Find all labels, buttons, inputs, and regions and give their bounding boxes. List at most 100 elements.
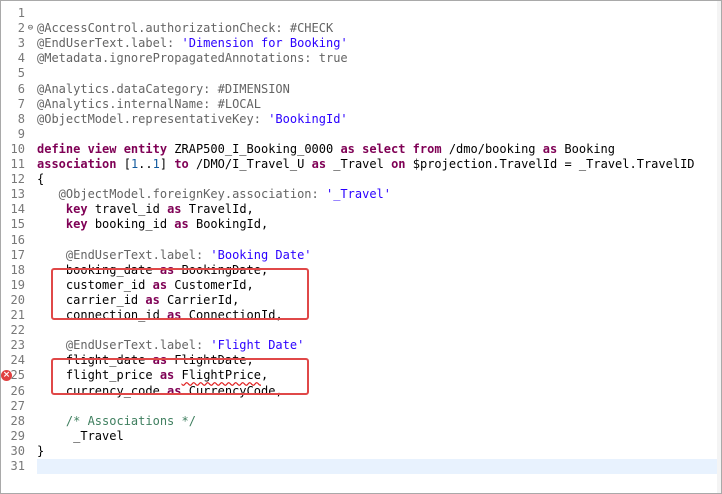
line-number: 8: [17, 111, 25, 126]
code-token: ..: [138, 157, 153, 171]
code-token: @EndUserText.label:: [37, 247, 211, 262]
code-token: /dmo/booking: [441, 141, 543, 156]
code-token: as: [174, 217, 189, 232]
code-line[interactable]: [37, 323, 721, 338]
code-token: [: [116, 157, 131, 171]
code-token: @Analytics.internalName: #LOCAL: [37, 96, 261, 111]
code-token: as: [311, 157, 327, 171]
code-token: @ObjectModel.representativeKey:: [37, 111, 269, 126]
code-token: 'BookingId': [268, 111, 348, 126]
code-token: to: [174, 157, 189, 171]
line-number: 6: [17, 81, 25, 96]
line-number: 9: [17, 126, 25, 141]
code-line[interactable]: @Metadata.ignorePropagatedAnnotations: t…: [37, 51, 721, 66]
line-number: 24: [10, 353, 25, 368]
code-area[interactable]: @AccessControl.authorizationCheck: #CHEC…: [37, 1, 721, 493]
line-number: 14: [10, 202, 25, 217]
code-line[interactable]: [37, 233, 721, 248]
code-token: /DMO/I_Travel_U: [188, 157, 312, 171]
code-line[interactable]: key travel_id as TravelId,: [37, 202, 721, 217]
highlight-box-customer-carrier-connection: [51, 268, 309, 320]
code-line[interactable]: association [1..1] to /DMO/I_Travel_U as…: [37, 157, 721, 172]
line-number: 23: [10, 338, 25, 353]
line-number: 20: [10, 292, 25, 307]
line-number: 18: [10, 262, 25, 277]
code-line[interactable]: }: [37, 444, 721, 459]
code-line[interactable]: @ObjectModel.foreignKey.association: '_T…: [37, 187, 721, 202]
line-number: 22: [10, 323, 25, 338]
code-token: 1: [152, 157, 160, 171]
line-number: 27: [10, 398, 25, 413]
code-token: $projection.TravelId = _Travel.TravelID: [405, 157, 695, 171]
line-number: 17: [10, 247, 25, 262]
line-number: 21: [10, 308, 25, 322]
code-token: @AccessControl.authorizationCheck: #CHEC…: [37, 21, 334, 36]
code-token: }: [37, 443, 45, 458]
line-number: 26: [10, 383, 25, 398]
code-token: /* Associations */: [37, 413, 196, 428]
code-token: travel_id: [87, 202, 168, 217]
code-line[interactable]: define view entity ZRAP500_I_Booking_000…: [37, 142, 721, 157]
code-line[interactable]: [37, 399, 721, 414]
code-line[interactable]: [37, 66, 721, 81]
code-token: @ObjectModel.foreignKey.association:: [37, 187, 326, 202]
line-number: 7: [17, 96, 25, 111]
code-token: 'Booking Date': [210, 247, 312, 262]
code-token: BookingId,: [188, 217, 269, 232]
code-line[interactable]: [37, 127, 721, 142]
line-number: 10: [10, 141, 25, 156]
code-token: _Travel: [326, 157, 392, 171]
code-token: key: [65, 217, 88, 232]
code-line[interactable]: @AccessControl.authorizationCheck: #CHEC…: [37, 21, 721, 36]
code-line[interactable]: @ObjectModel.representativeKey: 'Booking…: [37, 112, 721, 127]
code-line[interactable]: [37, 6, 721, 21]
code-line[interactable]: /* Associations */: [37, 414, 721, 429]
line-number: 31: [10, 459, 25, 473]
line-number-gutter: 1 2 ⊖ 3 4 5 6 7 8 9 10 11 12 13 14 15 16 17 18 19 20 21 22 23 24…: [1, 1, 33, 493]
code-token: Booking: [557, 141, 615, 156]
code-line[interactable]: @EndUserText.label: 'Dimension for Booki…: [37, 36, 721, 51]
code-token: ZRAP500_I_Booking_0000: [167, 141, 341, 156]
code-token: association: [37, 157, 117, 171]
line-number: 12: [10, 172, 25, 187]
code-line[interactable]: @EndUserText.label: 'Flight Date': [37, 338, 721, 353]
line-number: 19: [10, 277, 25, 292]
line-number: 15: [10, 217, 25, 232]
code-token: @Metadata.ignorePropagatedAnnotations: t…: [37, 51, 348, 66]
line-number: 29: [10, 428, 25, 443]
vertical-scrollbar[interactable]: [717, 1, 721, 493]
code-token: as: [167, 202, 182, 217]
line-number: 3: [17, 36, 25, 51]
code-line[interactable]: key booking_id as BookingId,: [37, 217, 721, 232]
code-line[interactable]: [37, 459, 721, 474]
code-line[interactable]: {: [37, 172, 721, 187]
code-token: key: [65, 202, 88, 217]
fold-collapse-icon[interactable]: ⊖: [26, 24, 35, 33]
code-token: @EndUserText.label:: [37, 338, 211, 353]
code-editor[interactable]: 1 2 ⊖ 3 4 5 6 7 8 9 10 11 12 13 14 15 16 17 18 19 20 21 22 23 24…: [0, 0, 722, 494]
code-token: {: [37, 172, 45, 187]
line-number: 4: [17, 51, 25, 66]
line-number: 16: [10, 232, 25, 247]
code-token: @EndUserText.label:: [37, 36, 182, 51]
code-token: as: [542, 141, 558, 156]
code-token: as select from: [340, 141, 442, 156]
code-token: 'Dimension for Booking': [181, 36, 348, 51]
line-number: 2: [17, 21, 25, 36]
code-line[interactable]: _Travel: [37, 429, 721, 444]
code-token: on: [391, 157, 406, 171]
code-token: ]: [159, 157, 175, 171]
code-token: define view entity: [37, 141, 168, 156]
code-token: 'Flight Date': [210, 338, 305, 353]
line-number: 5: [17, 66, 25, 81]
line-number: 30: [10, 443, 25, 458]
code-line[interactable]: @Analytics.internalName: #LOCAL: [37, 97, 721, 112]
highlight-box-flight-price-currency: [51, 358, 309, 395]
code-token: '_Travel': [325, 187, 392, 202]
code-line[interactable]: @Analytics.dataCategory: #DIMENSION: [37, 82, 721, 97]
line-number: 1: [17, 6, 25, 20]
line-number: 28: [10, 413, 25, 428]
code-line[interactable]: @EndUserText.label: 'Booking Date': [37, 248, 721, 263]
